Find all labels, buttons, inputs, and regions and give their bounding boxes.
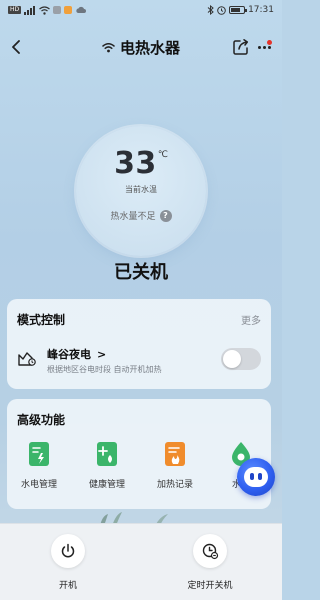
help-icon[interactable]: ? — [159, 209, 172, 222]
advanced-item-label: 水电管理 — [20, 480, 57, 490]
hot-water-status: 热水量不足 — [110, 212, 156, 222]
advanced-item-label: 加热记录 — [156, 480, 193, 490]
timer-action[interactable]: 定时开关机 — [170, 532, 250, 592]
clock: 17:31 — [248, 5, 274, 15]
timer-label: 定时开关机 — [187, 581, 233, 591]
app-notification-icon — [53, 6, 62, 14]
temperature-label: 当前水温 — [125, 185, 157, 194]
chevron-left-icon — [12, 40, 20, 54]
bluetooth-icon — [207, 5, 214, 15]
wifi-icon — [39, 5, 51, 15]
status-right: 17:31 — [207, 5, 274, 15]
more-icon — [257, 45, 261, 49]
status-bar: HD 17:31 — [0, 0, 282, 20]
power-on-action[interactable]: 开机 — [28, 532, 108, 592]
advanced-item-health[interactable]: 健康管理 — [77, 439, 137, 499]
health-icon — [97, 442, 117, 466]
mode-name-group: 峰谷夜电 > — [47, 346, 106, 362]
valley-power-toggle[interactable] — [221, 348, 261, 370]
temperature-dial: 33℃ 当前水温 热水量不足 ? — [76, 126, 206, 256]
app-screen: HD 17:31 电热水器 33℃ 当前水温 热水量不足 ? 已关机 模式控制 … — [0, 0, 282, 600]
bottom-action-bar: 开机 定时开关机 — [0, 523, 282, 600]
heating-record-icon — [165, 442, 185, 466]
mode-more-link[interactable]: 更多 — [241, 312, 261, 327]
chevron-right-icon: > — [97, 347, 107, 361]
advanced-items: 水电管理 健康管理 加热记录 — [7, 439, 271, 499]
mode-row-valley-power[interactable]: 峰谷夜电 > 根据地区谷电时段 自动开机加热 — [17, 344, 261, 380]
app-notification-icon — [64, 6, 73, 14]
page-title: 电热水器 — [119, 38, 180, 57]
cloud-icon — [76, 6, 87, 13]
wifi-connected-icon — [102, 42, 115, 52]
mode-description: 根据地区谷电时段 自动开机加热 — [47, 365, 162, 374]
assistant-float-button[interactable] — [237, 458, 275, 496]
status-left: HD — [8, 5, 87, 15]
battery-icon — [229, 6, 248, 14]
hot-water-status-row: 热水量不足 ? — [76, 209, 206, 222]
notification-dot — [267, 40, 272, 45]
page-title-group: 电热水器 — [102, 37, 180, 58]
more-menu-button[interactable] — [254, 38, 274, 56]
signal-icon — [24, 5, 36, 15]
temperature-value: 33 — [114, 146, 157, 181]
mode-name: 峰谷夜电 — [47, 348, 91, 361]
share-button[interactable] — [232, 38, 250, 56]
assistant-robot-icon — [244, 467, 268, 487]
power-icon — [61, 543, 75, 558]
trend-chart-icon — [18, 352, 36, 366]
temperature-unit: ℃ — [157, 150, 168, 160]
power-on-label: 开机 — [58, 581, 77, 591]
back-button[interactable] — [6, 37, 26, 57]
top-nav: 电热水器 — [0, 33, 282, 61]
mode-control-title: 模式控制 — [17, 313, 66, 327]
timer-icon — [202, 543, 218, 559]
advanced-item-label: 健康管理 — [88, 480, 125, 490]
advanced-features-card: 高级功能 水电管理 健康管理 加热记录 — [7, 399, 271, 509]
timer-button[interactable] — [193, 534, 227, 568]
advanced-item-heating-record[interactable]: 加热记录 — [145, 439, 205, 499]
share-icon — [233, 39, 249, 55]
temperature-readout: 33℃ — [76, 146, 206, 181]
hd-badge: HD — [8, 6, 22, 14]
battery-level-icon — [217, 5, 226, 15]
power-status: 已关机 — [114, 262, 168, 283]
advanced-item-water-electric[interactable]: 水电管理 — [9, 439, 69, 499]
toggle-knob — [223, 350, 241, 368]
power-button[interactable] — [51, 534, 85, 568]
water-electric-icon — [29, 442, 49, 466]
mode-control-card: 模式控制 更多 峰谷夜电 > 根据地区谷电时段 自动开机加热 — [7, 299, 271, 389]
advanced-title: 高级功能 — [17, 413, 66, 427]
